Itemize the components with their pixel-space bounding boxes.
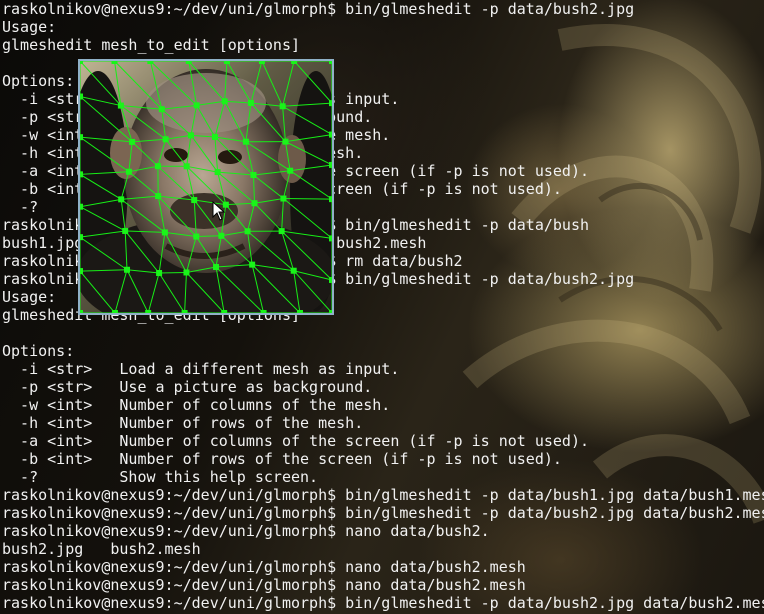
mesh-node-handle[interactable] bbox=[187, 132, 194, 139]
mesh-node-handle[interactable] bbox=[242, 138, 249, 145]
mesh-node-handle[interactable] bbox=[125, 168, 132, 175]
mesh-node-handle[interactable] bbox=[183, 163, 190, 170]
mesh-edge bbox=[159, 271, 187, 274]
terminal-line: raskolnikov@nexus9:~/dev/uni/glmorph$ bi… bbox=[2, 504, 764, 522]
mesh-node-handle[interactable] bbox=[191, 197, 198, 204]
mesh-node-handle[interactable] bbox=[111, 310, 118, 313]
mesh-node-handle[interactable] bbox=[162, 136, 169, 143]
mesh-node-handle[interactable] bbox=[290, 267, 297, 274]
mesh-node-handle[interactable] bbox=[329, 310, 332, 313]
mesh-node-handle[interactable] bbox=[80, 134, 83, 141]
terminal-line: raskolnikov@nexus9:~/dev/uni/glmorph$ bi… bbox=[2, 0, 635, 18]
arrow-pointer-icon bbox=[212, 201, 226, 221]
mesh-node-handle[interactable] bbox=[249, 261, 256, 268]
mesh-node-handle[interactable] bbox=[193, 233, 200, 240]
terminal-line: -h <int> Number of rows of the mesh. bbox=[2, 414, 364, 432]
mesh-node-handle[interactable] bbox=[111, 61, 118, 64]
mesh-node-handle[interactable] bbox=[258, 61, 265, 64]
mesh-node-handle[interactable] bbox=[282, 138, 289, 145]
mesh-node-handle[interactable] bbox=[250, 172, 257, 179]
mesh-node-handle[interactable] bbox=[214, 169, 221, 176]
terminal-line: raskolnikov@nexus9:~/dev/uni/glmorph$ bi… bbox=[2, 594, 764, 612]
mesh-node-handle[interactable] bbox=[80, 171, 83, 178]
mesh-node-handle[interactable] bbox=[122, 227, 129, 234]
mesh-node-handle[interactable] bbox=[211, 133, 218, 140]
terminal-line: glmeshedit mesh_to_edit [options] bbox=[2, 36, 301, 54]
terminal-line: bush2.jpg bush2.mesh bbox=[2, 540, 201, 558]
mesh-node-handle[interactable] bbox=[329, 276, 332, 283]
mesh-node-handle[interactable] bbox=[185, 61, 192, 64]
mesh-node-handle[interactable] bbox=[161, 229, 168, 236]
terminal-line: Options: bbox=[2, 342, 75, 360]
mesh-node-handle[interactable] bbox=[80, 93, 83, 100]
mesh-node-handle[interactable] bbox=[181, 310, 188, 313]
terminal-line: raskolnikov@nexus9:~/dev/uni/glmorph$ na… bbox=[2, 558, 526, 576]
mesh-node-handle[interactable] bbox=[280, 195, 287, 202]
terminal-line: Usage: bbox=[2, 18, 57, 36]
mesh-node-handle[interactable] bbox=[158, 106, 165, 113]
chimp-ear-right bbox=[278, 135, 306, 183]
mesh-node-handle[interactable] bbox=[291, 61, 298, 64]
mesh-node-handle[interactable] bbox=[80, 268, 83, 275]
mesh-node-handle[interactable] bbox=[154, 163, 161, 170]
mesh-edge bbox=[283, 198, 332, 200]
mesh-node-handle[interactable] bbox=[329, 196, 332, 203]
mesh-node-handle[interactable] bbox=[183, 269, 190, 276]
mesh-node-handle[interactable] bbox=[251, 200, 258, 207]
mesh-node-handle[interactable] bbox=[80, 310, 83, 313]
mesh-node-handle[interactable] bbox=[287, 167, 294, 174]
terminal-line: raskolnikov@nexus9:~/dev/uni/glmorph$ na… bbox=[2, 576, 526, 594]
terminal-line: raskolnikov@nexus9:~/dev/uni/glmorph$ na… bbox=[2, 522, 490, 540]
mesh-node-handle[interactable] bbox=[80, 234, 83, 241]
mesh-editor-window[interactable] bbox=[78, 59, 334, 315]
mesh-node-handle[interactable] bbox=[221, 310, 228, 313]
terminal-line: raskolnikov@nexus9:~/dev/uni/glmorph$ bi… bbox=[2, 486, 764, 504]
mesh-canvas[interactable] bbox=[80, 61, 332, 313]
mesh-node-handle[interactable] bbox=[155, 193, 162, 200]
mesh-node-handle[interactable] bbox=[124, 266, 131, 273]
mesh-node-handle[interactable] bbox=[278, 228, 285, 235]
terminal-line: -w <int> Number of columns of the mesh. bbox=[2, 396, 391, 414]
mesh-node-handle[interactable] bbox=[80, 61, 83, 64]
mesh-node-handle[interactable] bbox=[221, 98, 228, 105]
chimp-eye-left bbox=[164, 148, 188, 162]
mesh-node-handle[interactable] bbox=[193, 102, 200, 109]
mesh-node-handle[interactable] bbox=[279, 103, 286, 110]
mesh-node-handle[interactable] bbox=[218, 232, 225, 239]
terminal-line: -b <int> Number of rows of the screen (i… bbox=[2, 450, 562, 468]
mesh-node-handle[interactable] bbox=[329, 61, 332, 64]
mesh-node-handle[interactable] bbox=[329, 235, 332, 242]
mesh-node-handle[interactable] bbox=[260, 310, 267, 313]
mesh-node-handle[interactable] bbox=[80, 203, 83, 210]
mesh-node-handle[interactable] bbox=[296, 310, 303, 313]
mesh-node-handle[interactable] bbox=[129, 138, 136, 145]
mesh-node-handle[interactable] bbox=[118, 196, 125, 203]
mesh-node-handle[interactable] bbox=[329, 131, 332, 138]
mesh-node-handle[interactable] bbox=[147, 61, 154, 64]
terminal-line: -? Show this help screen. bbox=[2, 468, 319, 486]
mesh-node-handle[interactable] bbox=[145, 310, 152, 313]
mesh-node-handle[interactable] bbox=[156, 270, 163, 277]
terminal-line: -a <int> Number of columns of the screen… bbox=[2, 432, 589, 450]
mesh-node-handle[interactable] bbox=[244, 228, 251, 235]
mesh-node-handle[interactable] bbox=[223, 61, 230, 64]
mesh-node-handle[interactable] bbox=[117, 102, 124, 109]
terminal-line: -i <str> Load a different mesh as input. bbox=[2, 360, 400, 378]
terminal-line: -p <str> Use a picture as background. bbox=[2, 378, 373, 396]
mesh-node-handle[interactable] bbox=[329, 100, 332, 107]
mesh-node-handle[interactable] bbox=[247, 100, 254, 107]
mesh-node-handle[interactable] bbox=[213, 264, 220, 271]
mesh-node-handle[interactable] bbox=[329, 161, 332, 168]
